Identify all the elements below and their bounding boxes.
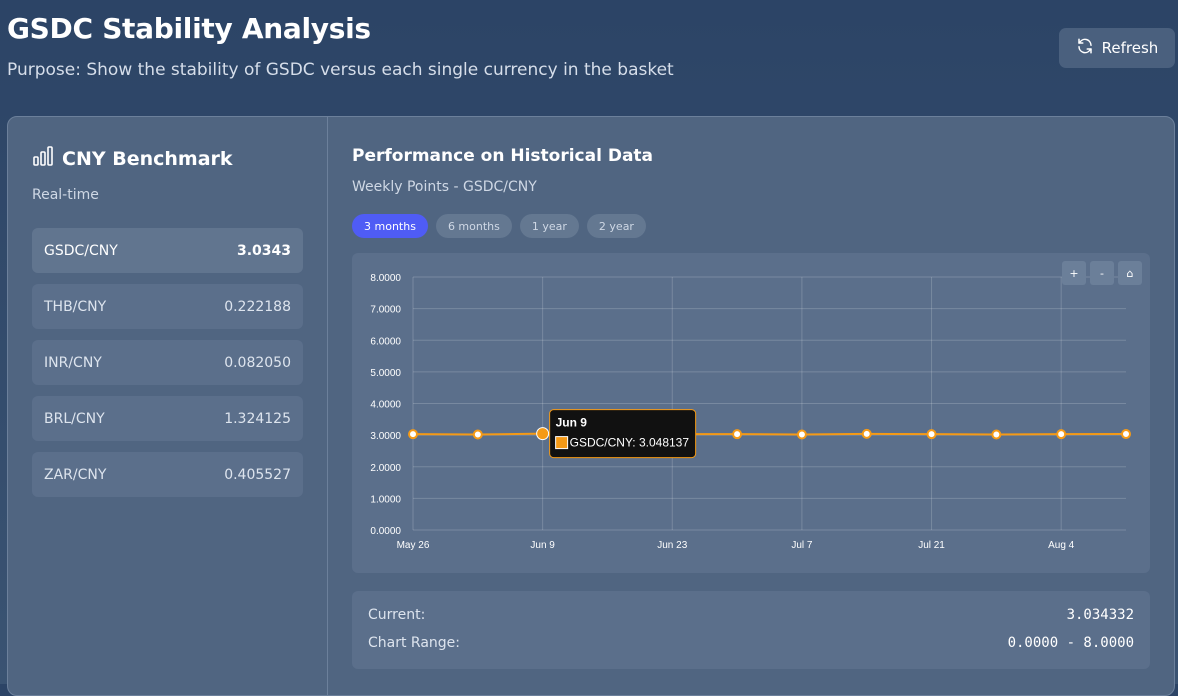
zoom-in-button[interactable]: + bbox=[1062, 261, 1086, 285]
data-point bbox=[1056, 429, 1067, 440]
home-icon[interactable]: ⌂ bbox=[1118, 261, 1142, 285]
range-row: Chart Range: 0.0000 - 8.0000 bbox=[368, 635, 1134, 651]
line-chart[interactable]: 0.0000 1.0000 2.0000 3.0000 4.0000 5.0000 6.00… bbox=[352, 253, 1150, 573]
y-tick-label: 1.0000 bbox=[370, 494, 401, 505]
x-tick-label: Jun 9 bbox=[530, 540, 555, 551]
rate-value: 3.0343 bbox=[236, 242, 291, 259]
benchmark-subtitle: Real-time bbox=[32, 187, 99, 203]
data-point bbox=[1121, 429, 1131, 440]
zoom-out-button[interactable]: - bbox=[1090, 261, 1114, 285]
data-point bbox=[861, 428, 872, 439]
y-tick-label: 0.0000 bbox=[370, 526, 401, 537]
benchmark-title: CNY Benchmark bbox=[32, 145, 233, 172]
y-tick-label: 3.0000 bbox=[370, 431, 401, 442]
rate-value: 1.324125 bbox=[224, 410, 291, 427]
data-point bbox=[408, 429, 418, 440]
rate-value: 0.222188 bbox=[224, 298, 291, 315]
data-point bbox=[472, 429, 483, 440]
rate-pair: GSDC/CNY bbox=[44, 242, 118, 259]
rate-pair: INR/CNY bbox=[44, 354, 102, 371]
main-panel: CNY Benchmark Real-time GSDC/CNY 3.0343 … bbox=[7, 116, 1175, 696]
range-6-months-button[interactable]: 6 months bbox=[435, 214, 512, 238]
x-tick-label: Jul 7 bbox=[791, 540, 813, 551]
historical-chart: 0.0000 1.0000 2.0000 3.0000 4.0000 5.0000 6.00… bbox=[352, 253, 1150, 573]
tooltip-value: GSDC/CNY: 3.048137 bbox=[570, 436, 690, 450]
refresh-icon bbox=[1076, 37, 1094, 59]
x-tick-label: May 26 bbox=[397, 540, 430, 551]
series-line bbox=[412, 432, 1127, 436]
rate-pair: ZAR/CNY bbox=[44, 466, 107, 483]
page-subtitle: Purpose: Show the stability of GSDC vers… bbox=[7, 60, 674, 80]
y-tick-label: 6.0000 bbox=[370, 336, 401, 347]
range-value: 0.0000 - 8.0000 bbox=[1007, 635, 1134, 651]
y-tick-label: 7.0000 bbox=[370, 305, 401, 316]
performance-title: Performance on Historical Data bbox=[352, 146, 654, 166]
bar-chart-icon bbox=[32, 145, 54, 172]
performance-subtitle: Weekly Points - GSDC/CNY bbox=[352, 179, 537, 195]
tooltip-swatch bbox=[555, 436, 569, 450]
chart-summary: Current: 3.034332 Chart Range: 0.0000 - … bbox=[352, 591, 1150, 669]
rate-item-brl-cny[interactable]: BRL/CNY 1.324125 bbox=[32, 396, 303, 441]
x-tick-label: Jun 23 bbox=[657, 540, 687, 551]
range-selector: 3 months 6 months 1 year 2 year bbox=[352, 214, 646, 238]
y-tick-label: 4.0000 bbox=[370, 400, 401, 411]
data-point bbox=[796, 429, 807, 440]
x-tick-label: Jul 21 bbox=[918, 540, 945, 551]
tooltip-title: Jun 9 bbox=[556, 416, 588, 430]
rate-item-zar-cny[interactable]: ZAR/CNY 0.405527 bbox=[32, 452, 303, 497]
current-value: 3.034332 bbox=[1066, 607, 1134, 623]
data-point bbox=[732, 429, 743, 440]
page-title: GSDC Stability Analysis bbox=[7, 12, 371, 45]
data-point bbox=[991, 429, 1002, 440]
rate-pair: BRL/CNY bbox=[44, 410, 105, 427]
range-1-year-button[interactable]: 1 year bbox=[519, 214, 579, 238]
current-row: Current: 3.034332 bbox=[368, 607, 1134, 623]
zoom-controls: + - ⌂ bbox=[1062, 261, 1142, 285]
refresh-button[interactable]: Refresh bbox=[1059, 28, 1175, 68]
range-2-year-button[interactable]: 2 year bbox=[586, 214, 646, 238]
panel-divider bbox=[327, 117, 328, 695]
data-point-highlight bbox=[536, 427, 550, 441]
y-tick-label: 2.0000 bbox=[370, 463, 401, 474]
data-point bbox=[926, 429, 937, 440]
rate-item-thb-cny[interactable]: THB/CNY 0.222188 bbox=[32, 284, 303, 329]
range-3-months-button[interactable]: 3 months bbox=[352, 214, 428, 238]
y-tick-label: 8.0000 bbox=[370, 273, 401, 284]
benchmark-title-text: CNY Benchmark bbox=[62, 147, 233, 170]
rate-value: 0.405527 bbox=[224, 466, 291, 483]
rate-item-gsdc-cny[interactable]: GSDC/CNY 3.0343 bbox=[32, 228, 303, 273]
refresh-label: Refresh bbox=[1101, 39, 1159, 57]
y-tick-label: 5.0000 bbox=[370, 368, 401, 379]
range-label: Chart Range: bbox=[368, 635, 461, 651]
x-tick-label: Aug 4 bbox=[1048, 540, 1075, 551]
rate-item-inr-cny[interactable]: INR/CNY 0.082050 bbox=[32, 340, 303, 385]
rate-value: 0.082050 bbox=[224, 354, 291, 371]
current-label: Current: bbox=[368, 607, 426, 623]
rate-list: GSDC/CNY 3.0343 THB/CNY 0.222188 INR/CNY… bbox=[32, 228, 303, 508]
rate-pair: THB/CNY bbox=[44, 298, 107, 315]
